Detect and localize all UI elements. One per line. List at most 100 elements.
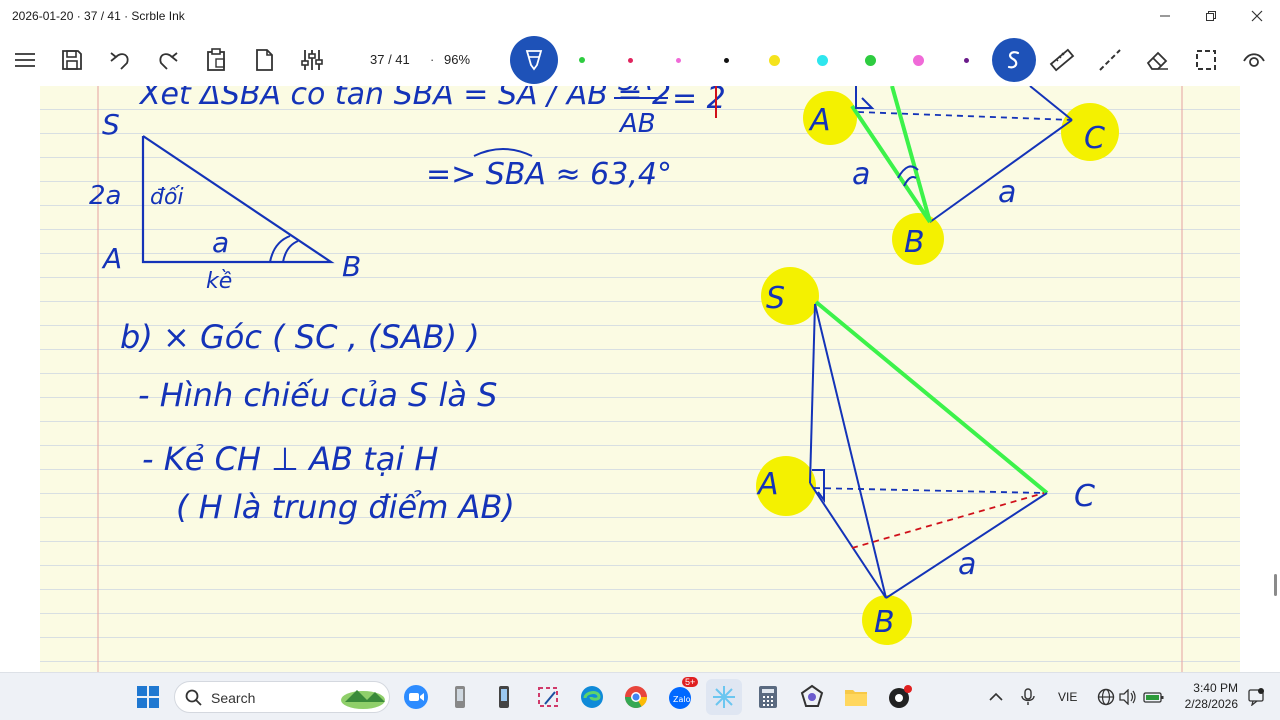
equals-two: = 2 — [672, 86, 726, 116]
color-cyan[interactable] — [800, 38, 844, 82]
undo-button[interactable] — [98, 38, 142, 82]
color-purple[interactable] — [944, 38, 988, 82]
file-explorer[interactable] — [838, 679, 874, 715]
color-red[interactable] — [608, 38, 652, 82]
ink-layer[interactable]: Xét ΔSBA có tan SBA = SA / AB = 2 SA AB … — [0, 86, 1280, 672]
save-button[interactable] — [50, 38, 94, 82]
note-header-line: Xét ΔSBA có tan SBA = SA / AB = 2 — [138, 86, 671, 112]
vertical-scrollbar[interactable] — [1274, 574, 1277, 596]
top-label-side-left: a — [852, 157, 870, 192]
dashed-line-button[interactable] — [1088, 38, 1132, 82]
lasso-select-button[interactable] — [1184, 38, 1228, 82]
edge-browser[interactable] — [574, 679, 610, 715]
volume-icon — [1119, 689, 1136, 705]
snipping-tool[interactable] — [530, 679, 566, 715]
label-s: S — [766, 281, 785, 316]
chrome-icon — [625, 686, 647, 708]
calculator-icon — [759, 686, 777, 708]
zoom-level[interactable]: 96% — [444, 52, 470, 67]
triangle-vertex-s: S — [102, 108, 120, 141]
triangle-angle-mark — [269, 235, 299, 263]
phone2-app-icon — [499, 686, 509, 708]
settings-app-icon — [800, 684, 824, 707]
triangle-vertex-b: B — [342, 250, 361, 283]
close-icon — [1251, 10, 1263, 22]
pen-tool-button[interactable] — [510, 36, 558, 84]
search-icon — [185, 689, 202, 706]
color-yellow[interactable] — [752, 38, 796, 82]
close-button[interactable] — [1234, 0, 1280, 32]
scrble-ink-app[interactable] — [706, 679, 742, 715]
menu-button[interactable] — [3, 38, 47, 82]
taskbar-search[interactable]: Search — [174, 681, 390, 713]
page-icon — [256, 49, 273, 71]
color-green[interactable] — [560, 38, 604, 82]
angle-result: => SBA ≈ 63,4° — [426, 157, 672, 192]
color-pink-large[interactable] — [896, 38, 940, 82]
view-mode-button[interactable] — [1232, 38, 1276, 82]
top-figure: A C B a a — [803, 86, 1119, 265]
top-edge-ac — [857, 111, 1073, 121]
clipboard-icon — [207, 48, 225, 71]
snipping-tool-icon — [538, 687, 558, 707]
window-title: 2026-01-20 · 37 / 41 · Scrble Ink — [12, 9, 185, 23]
settings-button[interactable] — [290, 38, 334, 82]
show-hidden-icons-button[interactable] — [978, 679, 1014, 715]
green-edge-sc — [814, 300, 1049, 495]
edge-ab — [809, 482, 887, 599]
side-label-2a: 2a — [89, 181, 121, 211]
edge-sa — [809, 303, 816, 484]
chrome-browser[interactable] — [618, 679, 654, 715]
taskbar: Search Zalo 5+ VIE 3:40 PM 2/28/2026 — [0, 672, 1280, 720]
chevron-up-icon — [989, 692, 1003, 701]
zalo-app[interactable]: Zalo 5+ — [662, 677, 699, 715]
calculator-app[interactable] — [750, 679, 786, 715]
color-green-large[interactable] — [848, 38, 892, 82]
color-pink[interactable] — [656, 38, 700, 82]
edge-bc — [885, 492, 1048, 599]
top-right-angle-mark — [855, 86, 875, 109]
svg-text:Zalo: Zalo — [673, 695, 691, 704]
clock-time[interactable]: 3:40 PM — [1182, 681, 1238, 695]
settings-app[interactable] — [794, 679, 830, 715]
input-language[interactable]: VIE — [1058, 690, 1077, 704]
save-icon — [62, 50, 82, 70]
canvas-area[interactable]: Xét ΔSBA có tan SBA = SA / AB = 2 SA AB … — [0, 86, 1280, 672]
side-label-doi: đối — [150, 185, 184, 210]
start-button[interactable] — [130, 679, 166, 715]
recorder-app[interactable] — [882, 679, 918, 715]
page-indicator[interactable]: 37 / 41 — [370, 52, 410, 67]
label-a: A — [756, 467, 779, 502]
zalo-badge: 5+ — [682, 677, 699, 687]
top-label-a: A — [808, 103, 831, 138]
top-edge-sc — [1029, 86, 1073, 121]
zoom-app[interactable] — [398, 679, 434, 715]
notifications-button[interactable] — [1238, 679, 1274, 715]
line-h-midpoint: ( H là trung điểm AB) — [176, 488, 515, 526]
ruler-button[interactable] — [1040, 38, 1084, 82]
minimize-button[interactable] — [1142, 0, 1188, 32]
redo-icon — [159, 52, 178, 70]
new-page-button[interactable] — [242, 38, 286, 82]
stroke-pen-icon — [1007, 51, 1020, 69]
title-bar: 2026-01-20 · 37 / 41 · Scrble Ink — [0, 0, 1280, 34]
angle-hat — [473, 148, 533, 157]
paste-button[interactable] — [194, 38, 238, 82]
top-label-c: C — [1084, 121, 1105, 156]
battery-button[interactable] — [1136, 679, 1172, 715]
phone-app[interactable] — [442, 679, 478, 715]
color-black[interactable] — [704, 38, 748, 82]
stroke-pen-button[interactable] — [992, 38, 1036, 82]
search-placeholder: Search — [211, 690, 256, 706]
edge-icon — [581, 686, 603, 708]
eraser-button[interactable] — [1136, 38, 1180, 82]
undo-icon — [110, 52, 129, 70]
maximize-button[interactable] — [1188, 0, 1234, 32]
separator-dot: · — [430, 52, 435, 67]
label-c: C — [1074, 479, 1095, 514]
redo-button[interactable] — [146, 38, 190, 82]
clock-date[interactable]: 2/28/2026 — [1172, 697, 1238, 711]
line-draw-ch: - Kẻ CH ⊥ AB tại H — [142, 440, 438, 478]
phone2-app[interactable] — [486, 679, 522, 715]
microphone-button[interactable] — [1010, 679, 1046, 715]
